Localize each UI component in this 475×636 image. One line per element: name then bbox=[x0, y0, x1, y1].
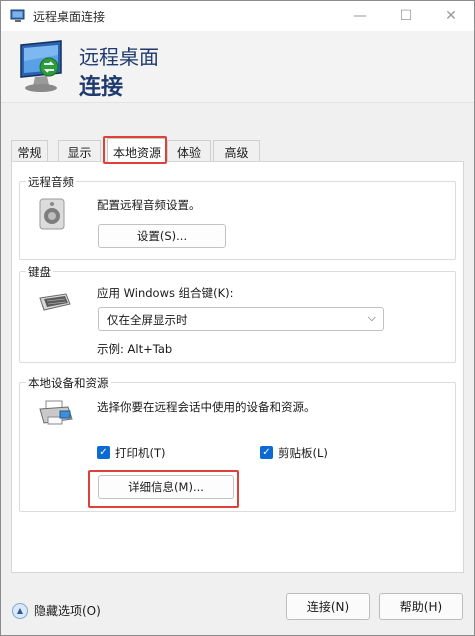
connect-label: 连接(N) bbox=[306, 600, 350, 614]
title-bar: 远程桌面连接 — ☐ ✕ bbox=[1, 1, 474, 31]
clipboard-label: 剪贴板(L) bbox=[278, 446, 328, 460]
minimize-icon: — bbox=[353, 8, 367, 24]
tab-label: 高级 bbox=[224, 146, 249, 160]
audio-settings-button[interactable]: 设置(S)... bbox=[98, 224, 226, 248]
chevron-down-icon: ⌵ bbox=[367, 311, 376, 324]
tab-label: 显示 bbox=[67, 146, 92, 160]
tab-label: 常规 bbox=[17, 146, 42, 160]
printer-device-icon bbox=[39, 400, 73, 425]
keyboard-example-text: 示例: Alt+Tab bbox=[97, 342, 173, 356]
apply-windows-keys-label: 应用 Windows 组合键(K): bbox=[97, 286, 234, 300]
local-devices-title: 本地设备和资源 bbox=[26, 375, 111, 391]
tab-general[interactable]: 常规 bbox=[11, 140, 48, 162]
tab-label: 体验 bbox=[176, 146, 201, 160]
audio-settings-label: 设置(S)... bbox=[136, 229, 188, 243]
checkmark-icon: ✓ bbox=[262, 447, 271, 458]
printer-checkbox[interactable]: ✓ bbox=[97, 446, 110, 459]
connect-button[interactable]: 连接(N) bbox=[286, 593, 370, 620]
banner-title-line2: 连接 bbox=[79, 75, 124, 100]
tab-display[interactable]: 显示 bbox=[58, 140, 101, 162]
windows-keys-select[interactable]: 仅在全屏显示时 ⌵ bbox=[98, 307, 384, 331]
hide-options-toggle[interactable]: ▲ 隐藏选项(O) bbox=[12, 602, 101, 619]
keyboard-group: 键盘 应用 Windows 组合键(K): 仅在全屏显示时 ⌵ 示例: Alt+… bbox=[19, 264, 456, 363]
remote-audio-title: 远程音频 bbox=[26, 174, 76, 190]
more-button-highlight-box bbox=[88, 470, 239, 508]
clipboard-checkbox[interactable]: ✓ bbox=[260, 446, 273, 459]
window-title: 远程桌面连接 bbox=[33, 10, 106, 24]
local-devices-description: 选择你要在远程会话中使用的设备和资源。 bbox=[97, 400, 316, 414]
remote-audio-description: 配置远程音频设置。 bbox=[97, 198, 201, 212]
tab-advanced[interactable]: 高级 bbox=[213, 140, 260, 162]
windows-keys-selected-value: 仅在全屏显示时 bbox=[107, 313, 188, 327]
banner: 远程桌面 连接 bbox=[1, 31, 474, 103]
tab-highlight-box bbox=[103, 136, 167, 164]
close-icon: ✕ bbox=[445, 8, 457, 24]
minimize-button[interactable]: — bbox=[337, 1, 383, 31]
hide-options-label: 隐藏选项(O) bbox=[34, 604, 101, 618]
banner-title-line1: 远程桌面 bbox=[79, 45, 159, 69]
remote-desktop-window: 远程桌面连接 — ☐ ✕ 远程桌面 连接 常规 显示 本地资源 体验 高级 远程… bbox=[0, 0, 475, 636]
printer-label: 打印机(T) bbox=[115, 446, 166, 460]
help-button[interactable]: 帮助(H) bbox=[379, 593, 463, 620]
remote-desktop-monitor-icon bbox=[20, 40, 62, 92]
local-resources-panel: 远程音频 配置远程音频设置。 设置(S)... 键盘 应用 Windows 组合… bbox=[11, 161, 464, 573]
keyboard-title: 键盘 bbox=[26, 264, 53, 280]
speaker-icon bbox=[39, 198, 65, 230]
tab-experience[interactable]: 体验 bbox=[167, 140, 211, 162]
help-label: 帮助(H) bbox=[399, 600, 443, 614]
remote-audio-group: 远程音频 配置远程音频设置。 设置(S)... bbox=[19, 174, 456, 260]
keyboard-icon bbox=[39, 293, 71, 311]
maximize-icon: ☐ bbox=[399, 8, 413, 24]
maximize-button[interactable]: ☐ bbox=[383, 1, 429, 31]
remote-desktop-app-icon bbox=[10, 9, 25, 22]
chevron-up-icon: ▲ bbox=[12, 602, 28, 619]
checkmark-icon: ✓ bbox=[99, 447, 108, 458]
close-button[interactable]: ✕ bbox=[428, 1, 474, 31]
